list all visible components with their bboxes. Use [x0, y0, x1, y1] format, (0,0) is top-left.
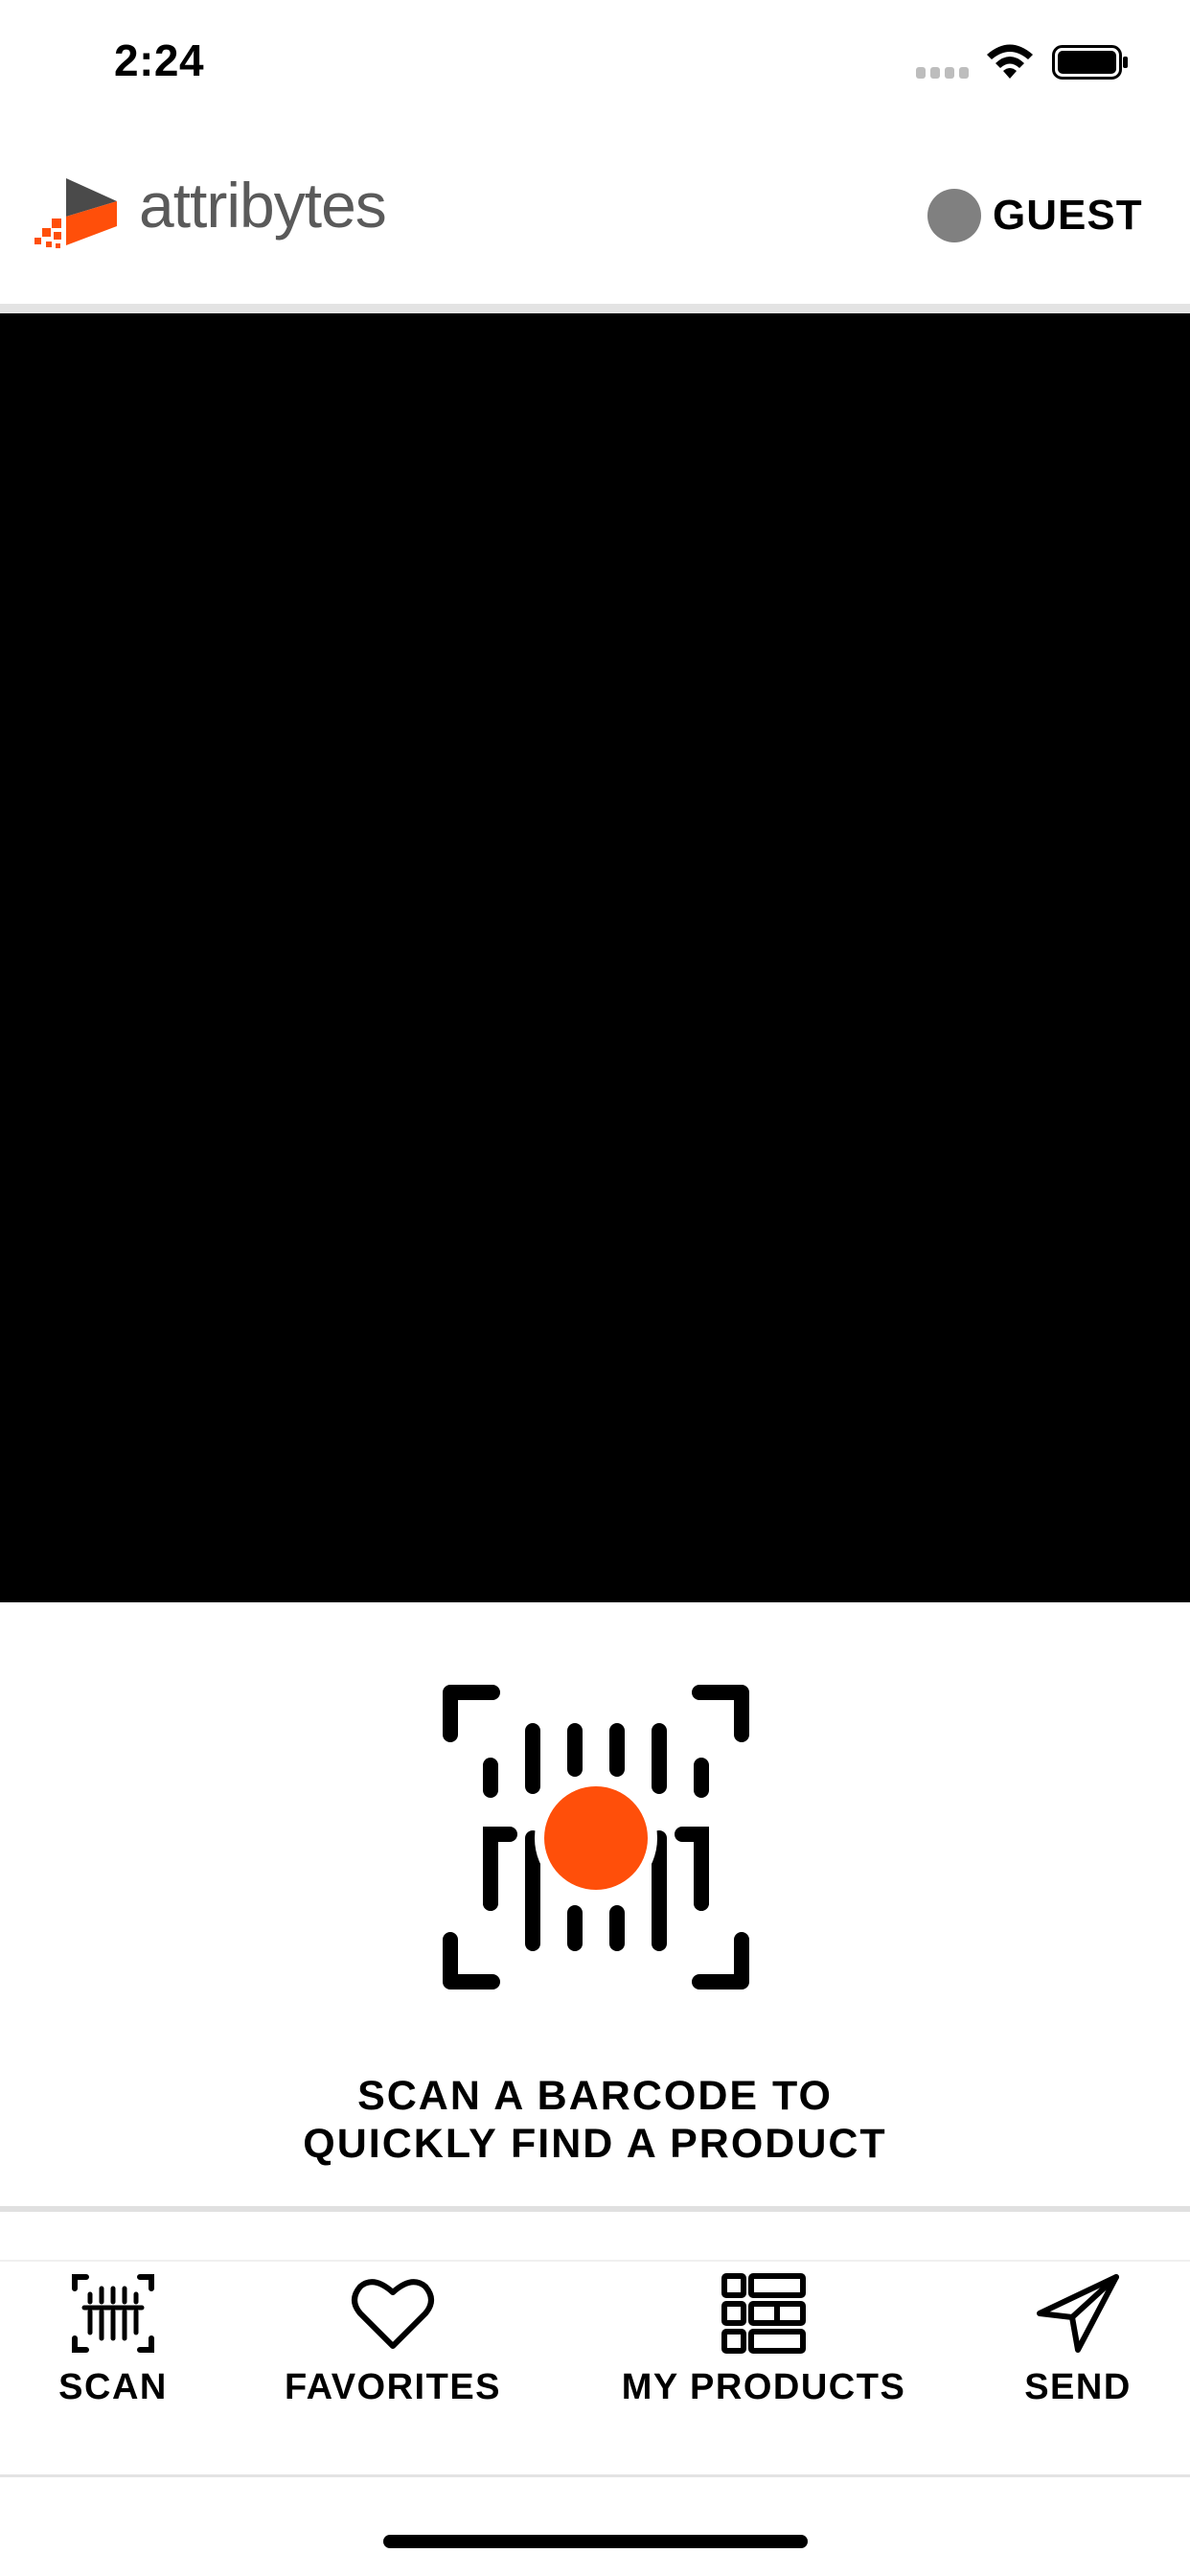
tab-label: SEND [1024, 2367, 1132, 2407]
tab-label: FAVORITES [284, 2367, 502, 2407]
scan-prompt-line-2: QUICKLY FIND A PRODUCT [303, 2121, 887, 2167]
tab-scan[interactable]: SCAN [38, 2273, 188, 2426]
scan-prompt-line-1: SCAN A BARCODE TO [357, 2073, 833, 2119]
guest-account-button[interactable]: GUEST [927, 188, 1143, 243]
tab-label: SCAN [58, 2367, 168, 2407]
tab-favorites[interactable]: FAVORITES [273, 2273, 513, 2426]
home-indicator[interactable] [383, 2535, 808, 2548]
tab-my-products[interactable]: MY PRODUCTS [607, 2273, 920, 2426]
prompt-divider [0, 2206, 1190, 2212]
guest-avatar-icon [927, 189, 981, 242]
wifi-icon [987, 44, 1033, 79]
brand-name: attribytes [139, 170, 387, 241]
tabbar-divider [0, 2260, 1190, 2262]
tab-label: MY PRODUCTS [621, 2367, 906, 2407]
scan-barcode-icon [72, 2274, 154, 2353]
camera-viewport[interactable] [0, 313, 1190, 1602]
tab-send[interactable]: SEND [1006, 2273, 1150, 2426]
header-divider [0, 304, 1190, 313]
attribytes-logo-icon [34, 178, 117, 248]
cellular-signal-icon [916, 67, 969, 79]
paper-plane-icon [1037, 2274, 1119, 2353]
barcode-scan-icon [443, 1685, 749, 1990]
battery-icon [1052, 45, 1128, 80]
guest-label: GUEST [993, 192, 1143, 239]
grid-icon [721, 2273, 806, 2354]
status-time: 2:24 [114, 35, 205, 85]
tabbar-bottom-divider [0, 2474, 1190, 2477]
heart-icon [352, 2279, 434, 2349]
scan-prompt-text: SCAN A BARCODE TO QUICKLY FIND A PRODUCT [0, 2072, 1190, 2168]
